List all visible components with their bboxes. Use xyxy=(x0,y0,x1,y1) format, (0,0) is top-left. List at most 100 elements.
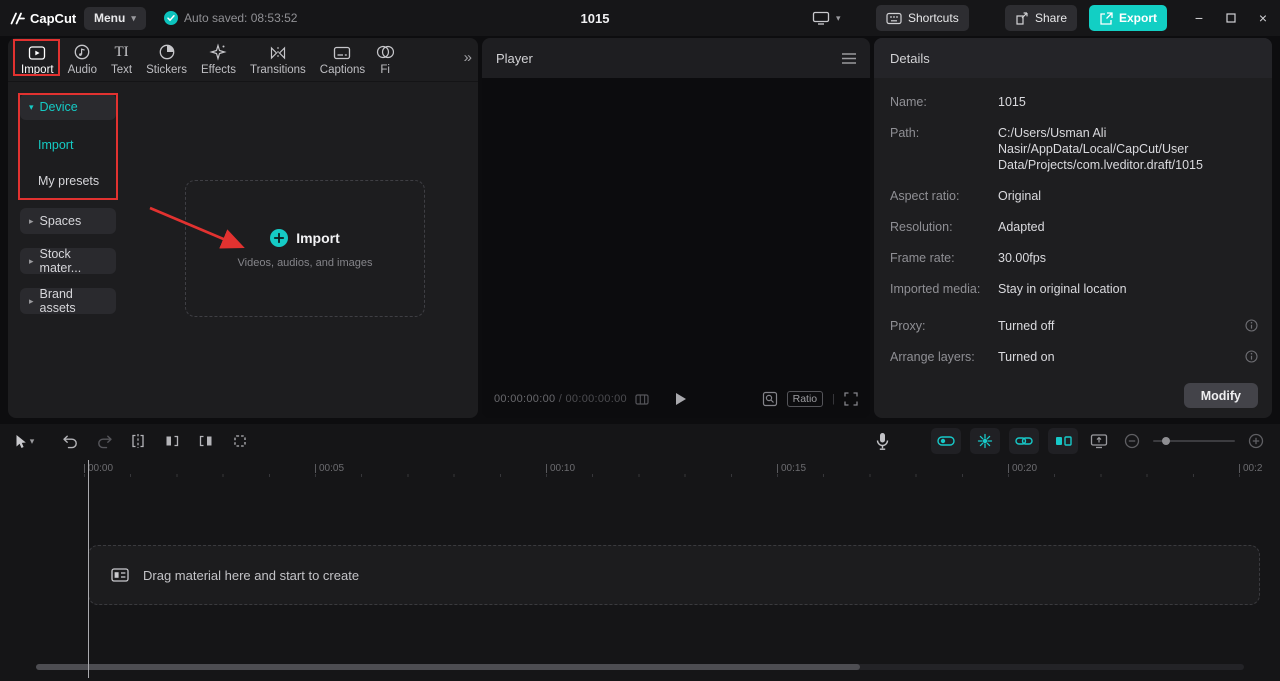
timeline-placeholder-text: Drag material here and start to create xyxy=(143,567,360,583)
main-track-magnet-toggle[interactable] xyxy=(931,428,961,454)
tab-stickers[interactable]: Stickers xyxy=(139,43,194,76)
detail-label: Resolution: xyxy=(890,220,953,234)
undo-icon[interactable] xyxy=(58,428,82,454)
shortcuts-button[interactable]: Shortcuts xyxy=(876,5,969,31)
titlebar: CapCut Menu ▾ Auto saved: 08:53:52 1015 … xyxy=(0,0,1280,36)
sidebar-item-stock-materials[interactable]: ▸ Stock mater... xyxy=(20,247,116,275)
chevron-down-icon: ▾ xyxy=(131,12,136,23)
share-button[interactable]: Share xyxy=(1005,5,1078,31)
fullscreen-icon[interactable] xyxy=(844,392,858,406)
timeline-ruler[interactable]: 00:00 00:05 00:10 00:15 00:20 00:2 xyxy=(0,458,1280,482)
tab-text[interactable]: TI Text xyxy=(104,43,139,76)
detail-label: Path: xyxy=(890,126,920,140)
tab-transitions[interactable]: Transitions xyxy=(243,43,313,76)
auto-snap-toggle[interactable] xyxy=(970,428,1000,454)
detail-row-name: Name: 1015 xyxy=(890,94,1256,110)
detail-label: Frame rate: xyxy=(890,251,955,265)
menu-button[interactable]: Menu ▾ xyxy=(84,6,146,30)
zoom-in-icon[interactable] xyxy=(1244,428,1268,454)
play-button[interactable] xyxy=(675,392,687,406)
tab-filters[interactable]: Fi xyxy=(372,43,398,76)
auto-ripple-toggle[interactable] xyxy=(1048,428,1078,454)
redo-icon[interactable] xyxy=(92,428,116,454)
select-tool-button[interactable]: ▾ xyxy=(12,428,36,454)
sidebar-device-label: Device xyxy=(39,100,78,114)
tab-captions[interactable]: Captions xyxy=(313,43,372,76)
info-icon[interactable] xyxy=(1245,319,1258,332)
sidebar-item-device[interactable]: ▾ Device xyxy=(20,94,116,120)
sidebar-item-my-presets[interactable]: My presets xyxy=(38,170,128,192)
modify-button[interactable]: Modify xyxy=(1183,383,1258,408)
chevron-down-icon: ▾ xyxy=(836,12,841,23)
delete-right-icon[interactable] xyxy=(194,428,218,454)
tab-effects[interactable]: Effects xyxy=(194,43,243,76)
player-title: Player xyxy=(496,50,533,66)
minimize-button[interactable]: − xyxy=(1184,0,1214,36)
detail-value: Turned on xyxy=(998,350,1055,364)
export-button[interactable]: Export xyxy=(1089,5,1168,31)
stickers-icon xyxy=(158,43,176,61)
effects-icon xyxy=(209,43,228,61)
detail-value: 1015 xyxy=(998,95,1026,109)
sidebar-item-brand-assets[interactable]: ▸ Brand assets xyxy=(20,287,116,315)
text-icon: TI xyxy=(114,44,129,60)
captions-icon xyxy=(333,43,351,61)
import-dropzone[interactable]: Import Videos, audios, and images xyxy=(185,180,425,317)
chevron-down-icon: ▾ xyxy=(29,435,35,446)
detail-label: Name: xyxy=(890,95,927,109)
detail-label: Imported media: xyxy=(890,282,981,296)
maximize-button[interactable] xyxy=(1216,0,1246,36)
detail-row-imported-media: Imported media: Stay in original locatio… xyxy=(890,281,1256,297)
display-mode-button[interactable]: ▾ xyxy=(812,0,841,36)
detail-row-frame-rate: Frame rate: 30.00fps xyxy=(890,250,1256,266)
timeline-section: ▾ 00:00 00:05 00:10 00:15 00:20 00:2 Dra… xyxy=(0,424,1280,681)
timecode: 00:00:00:00 / 00:00:00:00 xyxy=(494,393,627,405)
cover-button[interactable] xyxy=(1087,428,1111,454)
ruler-mark: 00:10 xyxy=(550,463,576,474)
playhead[interactable] xyxy=(88,460,89,678)
close-button[interactable]: × xyxy=(1248,0,1278,36)
transitions-icon xyxy=(269,43,287,61)
capcut-window: CapCut Menu ▾ Auto saved: 08:53:52 1015 … xyxy=(0,0,1280,681)
timeline-scrollbar-thumb[interactable] xyxy=(36,664,860,670)
timecode-current: 00:00:00:00 xyxy=(494,393,556,405)
dropzone-hint: Videos, audios, and images xyxy=(237,256,373,269)
zoom-out-icon[interactable] xyxy=(1120,428,1144,454)
shortcuts-label: Shortcuts xyxy=(908,11,959,25)
chevron-right-icon: ▸ xyxy=(29,215,34,226)
chevron-down-icon: ▾ xyxy=(29,101,34,112)
frame-view-icon[interactable] xyxy=(635,393,649,405)
sidebar-item-spaces[interactable]: ▸ Spaces xyxy=(20,208,116,234)
zoom-slider-handle[interactable] xyxy=(1162,437,1170,445)
timeline-drop-track[interactable]: Drag material here and start to create xyxy=(88,545,1260,605)
timeline-zoom-slider[interactable] xyxy=(1153,428,1235,454)
detail-row-aspect-ratio: Aspect ratio: Original xyxy=(890,188,1256,204)
info-icon[interactable] xyxy=(1245,350,1258,363)
dropzone-import-label: Import xyxy=(296,229,340,246)
microphone-icon[interactable] xyxy=(870,428,894,454)
tab-text-label: Text xyxy=(111,64,133,76)
app-name: CapCut xyxy=(30,10,77,26)
ruler-mark: 00:00 xyxy=(88,463,114,474)
ruler-mark: 00:15 xyxy=(781,463,807,474)
tabs-expand-button[interactable]: » xyxy=(464,49,472,66)
ruler-mark: 00:20 xyxy=(1012,463,1038,474)
delete-left-icon[interactable] xyxy=(160,428,184,454)
tab-effects-label: Effects xyxy=(201,64,236,76)
tab-audio-label: Audio xyxy=(67,64,98,76)
tab-import[interactable]: Import xyxy=(14,43,61,76)
split-icon[interactable] xyxy=(126,428,150,454)
tab-audio[interactable]: Audio xyxy=(61,43,104,76)
details-title: Details xyxy=(890,50,930,66)
player-menu-icon[interactable] xyxy=(842,52,856,64)
autosave-status: Auto saved: 08:53:52 xyxy=(164,0,297,36)
media-sidebar: ▾ Device Import My presets ▸ Spaces ▸ St… xyxy=(20,94,128,315)
ruler-minor-ticks xyxy=(84,474,1280,477)
fit-screen-icon[interactable] xyxy=(762,391,778,407)
linkage-toggle[interactable] xyxy=(1009,428,1039,454)
delete-icon[interactable] xyxy=(228,428,252,454)
ratio-button[interactable]: Ratio xyxy=(786,391,824,407)
sidebar-item-import[interactable]: Import xyxy=(38,134,128,156)
divider: | xyxy=(832,393,835,405)
chevron-right-icon: ▸ xyxy=(29,295,34,306)
